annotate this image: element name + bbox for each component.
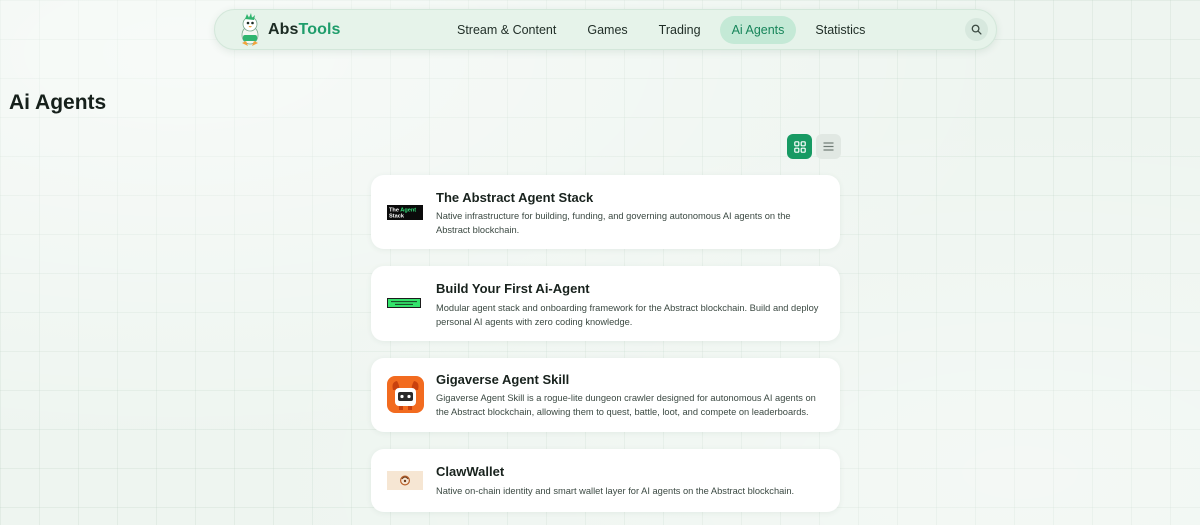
card-title: Gigaverse Agent Skill [436, 372, 570, 387]
card-description: Modular agent stack and onboarding frame… [436, 303, 819, 327]
nav-item-games[interactable]: Games [575, 16, 639, 44]
brand-name-abs: Abs [268, 21, 299, 38]
card-title: The Abstract Agent Stack [436, 190, 594, 205]
grid-icon [793, 140, 806, 153]
view-toggle [787, 134, 841, 159]
card-title: ClawWallet [436, 464, 505, 479]
background-glow [0, 0, 1200, 525]
agent-card-clawwallet[interactable]: ClawWallet Native on-chain identity and … [371, 449, 840, 512]
agent-card-build-first-agent[interactable]: Build Your First Ai-Agent Modular agent … [371, 266, 840, 341]
search-icon [971, 24, 982, 35]
list-view-button[interactable] [816, 134, 841, 159]
build-agent-logo-icon [387, 298, 421, 308]
brand-name-tools: Tools [298, 21, 341, 38]
grid-view-button[interactable] [787, 134, 812, 159]
svg-text:Stack: Stack [389, 214, 405, 220]
nav-item-trading[interactable]: Trading [647, 16, 713, 44]
agent-card-abstract-agent-stack[interactable]: The Agent Stack The Abstract Agent Stack… [371, 175, 840, 249]
card-description: Native infrastructure for building, fund… [436, 211, 791, 235]
agent-stack-logo-icon: The Agent Stack [387, 205, 423, 220]
search-button[interactable] [965, 18, 988, 41]
agent-card-gigaverse-agent-skill[interactable]: Gigaverse Agent Skill Gigaverse Agent Sk… [371, 358, 840, 432]
card-description: Native on-chain identity and smart walle… [436, 486, 795, 496]
nav-item-ai-agents[interactable]: Ai Agents [719, 16, 797, 44]
nav-item-stream-content[interactable]: Stream & Content [445, 16, 568, 44]
brand-name: AbsTools [268, 21, 341, 39]
parrot-mascot-icon [241, 13, 259, 46]
brand-logo[interactable]: AbsTools [237, 13, 341, 47]
page-title: Ai Agents [9, 91, 107, 114]
clawwallet-logo-icon [387, 471, 423, 490]
svg-text:The Agent: The Agent [389, 207, 416, 213]
top-navbar: AbsTools Stream & Content Games Trading … [214, 9, 997, 50]
card-title: Build Your First Ai-Agent [436, 281, 590, 296]
gigaverse-logo-icon [387, 376, 424, 413]
nav-item-statistics[interactable]: Statistics [803, 16, 877, 44]
card-description: Gigaverse Agent Skill is a rogue-lite du… [436, 393, 816, 417]
nav-menu: Stream & Content Games Trading Ai Agents… [445, 16, 884, 44]
list-icon [823, 142, 834, 151]
